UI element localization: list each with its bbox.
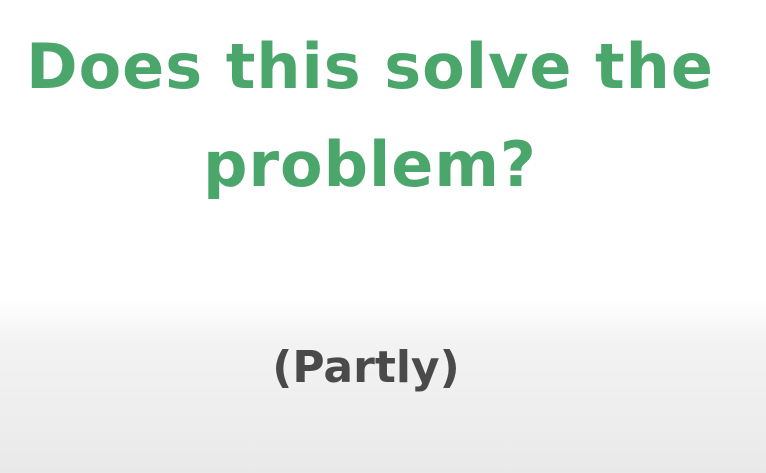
slide-headline: Does this solve the problem? [26,30,714,201]
slide: Does this solve the problem? (Partly) [0,0,766,473]
slide-subtext: (Partly) [272,342,460,393]
